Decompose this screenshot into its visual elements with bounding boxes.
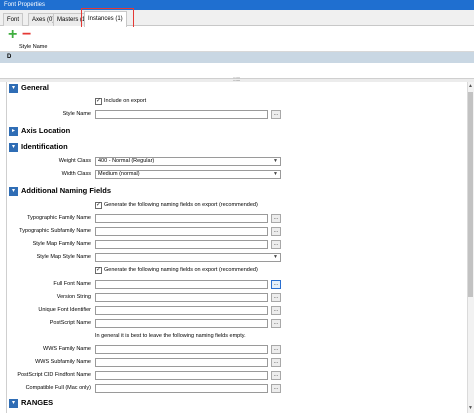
version-string-field[interactable] — [95, 293, 268, 302]
grid-empty-area — [0, 63, 474, 78]
unique-font-id-field[interactable] — [95, 306, 268, 315]
chevron-right-icon[interactable]: ▸ — [9, 127, 18, 136]
chevron-down-icon[interactable]: ▼ — [273, 158, 278, 165]
scrollbar-thumb[interactable] — [468, 92, 473, 297]
typo-subfamily-label: Typographic Subfamily Name — [19, 228, 91, 234]
ps-cid-findfont-field[interactable] — [95, 371, 268, 380]
typo-subfamily-field[interactable] — [95, 227, 268, 236]
typo-subfamily-browse-button[interactable]: ... — [271, 227, 281, 236]
typo-family-label: Typographic Family Name — [27, 215, 91, 221]
wws-family-browse-button[interactable]: ... — [271, 345, 281, 354]
full-font-name-label: Full Font Name — [53, 281, 91, 287]
chevron-down-icon[interactable]: ▼ — [273, 254, 278, 261]
tab-font[interactable]: Font — [3, 13, 24, 26]
version-string-browse-button[interactable]: ... — [271, 293, 281, 302]
style-map-family-browse-button[interactable]: ... — [271, 240, 281, 249]
weight-class-label: Weight Class — [58, 158, 91, 164]
postscript-name-field[interactable] — [95, 319, 268, 328]
grid-header: Style Name — [0, 43, 474, 52]
chevron-down-icon[interactable]: ▾ — [9, 399, 18, 408]
width-class-label: Width Class — [61, 171, 91, 177]
minus-icon[interactable]: − — [22, 27, 31, 43]
wws-subfamily-browse-button[interactable]: ... — [271, 358, 281, 367]
compatible-full-field[interactable] — [95, 384, 268, 393]
chevron-down-icon[interactable]: ▾ — [9, 187, 18, 196]
scroll-up-icon[interactable]: ▲ — [468, 83, 473, 89]
ps-cid-findfont-label: PostScript CID Findfont Name — [17, 372, 91, 378]
weight-class-value: 400 - Normal (Regular) — [98, 158, 155, 164]
full-font-name-field[interactable] — [95, 280, 268, 289]
column-header-style-name[interactable]: Style Name — [19, 44, 47, 50]
naming-fields-note: In general it is best to leave the follo… — [95, 333, 246, 339]
scroll-down-icon[interactable]: ▼ — [468, 405, 473, 411]
chevron-down-icon[interactable]: ▾ — [9, 84, 18, 93]
compatible-full-label: Compatible Full (Mac only) — [25, 385, 91, 391]
postscript-name-label: PostScript Name — [49, 320, 91, 326]
window-title: Font Properties — [0, 0, 474, 10]
generate-naming-checkbox-1[interactable]: ✓ — [95, 202, 102, 209]
include-on-export-checkbox[interactable]: ✓ — [95, 98, 102, 105]
wws-subfamily-label: WWS Subfamily Name — [35, 359, 91, 365]
weight-class-select[interactable]: 400 - Normal (Regular) ▼ — [95, 157, 281, 166]
width-class-value: Medium (normal) — [98, 171, 140, 177]
style-map-style-label: Style Map Style Name — [36, 254, 91, 260]
typo-family-field[interactable] — [95, 214, 268, 223]
generate-naming-label-2: Generate the following naming fields on … — [104, 267, 258, 273]
compatible-full-browse-button[interactable]: ... — [271, 384, 281, 393]
style-map-family-field[interactable] — [95, 240, 268, 249]
width-class-select[interactable]: Medium (normal) ▼ — [95, 170, 281, 179]
style-map-style-select[interactable]: ▼ — [95, 253, 281, 262]
typo-family-browse-button[interactable]: ... — [271, 214, 281, 223]
unique-font-id-label: Unique Font Identifier — [38, 307, 91, 313]
full-font-name-browse-button[interactable]: ... — [271, 280, 281, 289]
wws-subfamily-field[interactable] — [95, 358, 268, 367]
style-name-browse-button[interactable]: ... — [271, 110, 281, 119]
generate-naming-label-1: Generate the following naming fields on … — [104, 202, 258, 208]
chevron-down-icon[interactable]: ▾ — [9, 143, 18, 152]
unique-font-id-browse-button[interactable]: ... — [271, 306, 281, 315]
generate-naming-checkbox-2[interactable]: ✓ — [95, 267, 102, 274]
row-style-name: D — [7, 54, 12, 60]
chevron-down-icon[interactable]: ▼ — [273, 171, 278, 178]
style-name-label: Style Name — [62, 111, 91, 117]
tab-instances[interactable]: Instances (1) — [84, 11, 127, 27]
tab-strip: Font Axes (0) Masters (1) Instances (1) — [0, 10, 474, 27]
wws-family-label: WWS Family Name — [43, 346, 91, 352]
style-name-field[interactable] — [95, 110, 268, 119]
table-row[interactable]: D — [0, 52, 474, 63]
wws-family-field[interactable] — [95, 345, 268, 354]
style-map-family-label: Style Map Family Name — [32, 241, 91, 247]
postscript-name-browse-button[interactable]: ... — [271, 319, 281, 328]
version-string-label: Version String — [56, 294, 91, 300]
include-on-export-label: Include on export — [104, 98, 147, 104]
plus-icon[interactable]: + — [8, 27, 17, 43]
toolbar — [0, 27, 474, 43]
ps-cid-findfont-browse-button[interactable]: ... — [271, 371, 281, 380]
